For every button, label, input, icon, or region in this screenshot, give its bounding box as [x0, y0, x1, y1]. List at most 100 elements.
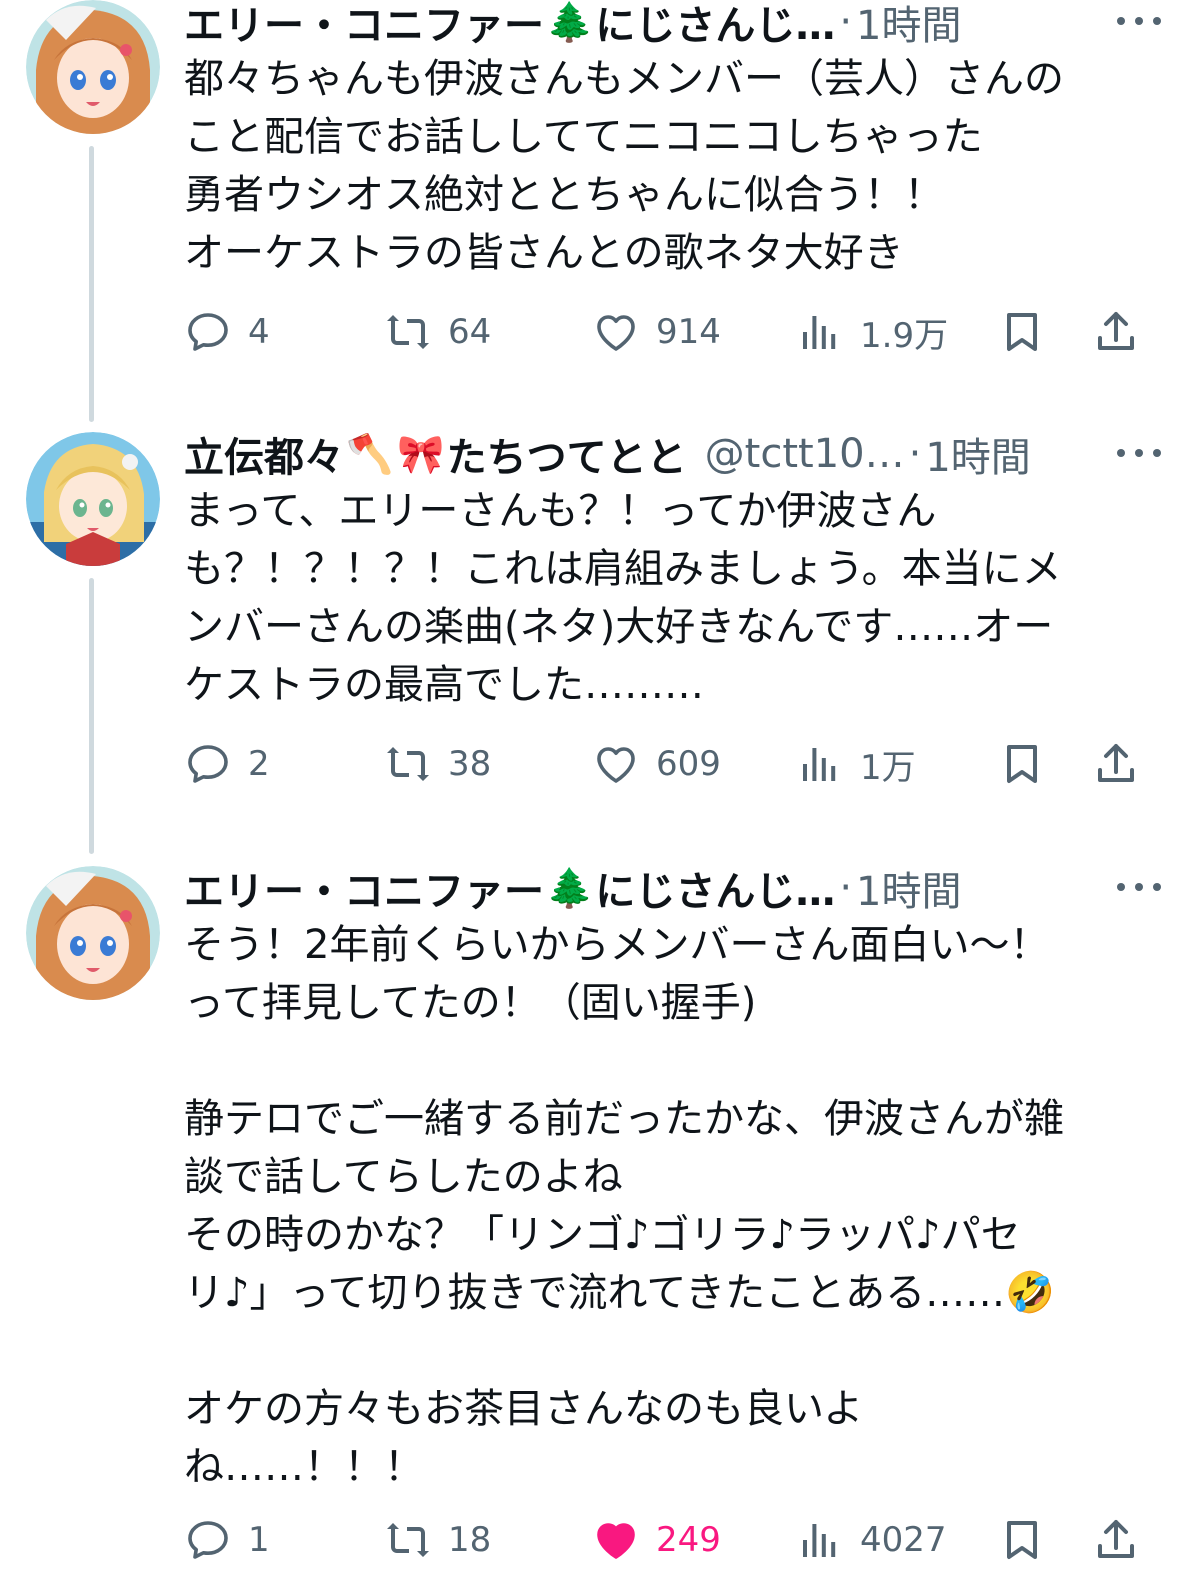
- retweet-button[interactable]: 18: [384, 1510, 491, 1570]
- retweet-icon: [384, 308, 432, 356]
- more-icon[interactable]: [1117, 438, 1161, 468]
- retweet-count: 38: [448, 744, 492, 784]
- ribbon-emoji: 🎀: [397, 431, 445, 476]
- display-name-suffix[interactable]: にじさんじ…: [595, 0, 835, 51]
- views-count: 1万: [860, 747, 916, 788]
- bookmark-button[interactable]: [998, 1510, 1046, 1570]
- text-line: も？！？！？！これは肩組みましょう。本当にメ: [184, 546, 1062, 592]
- heart-icon: [592, 308, 640, 356]
- like-count: 914: [656, 312, 721, 352]
- action-bar: 2 38 609 1万: [184, 734, 1144, 794]
- separator-dot: ·: [839, 865, 853, 911]
- bookmark-icon: [998, 740, 1046, 788]
- views-button[interactable]: 1.9万: [796, 302, 948, 362]
- text-line: ケストラの最高でした………: [184, 662, 704, 708]
- bookmark-icon: [998, 308, 1046, 356]
- timestamp[interactable]: 1時間: [925, 425, 1030, 483]
- tree-emoji: 🌲: [546, 0, 594, 44]
- text-line: 都々ちゃんも伊波さんもメンバー（芸人）さんの: [184, 56, 1064, 102]
- text-line: ね……！！！: [184, 1444, 424, 1490]
- text-line: 談で話してらしたのよね: [184, 1154, 623, 1200]
- tweet-header: エリー・コニファー 🌲 にじさんじ… · 1時間: [184, 858, 1159, 918]
- text-line: オケの方々もお茶目さんなのも良いよ: [184, 1386, 864, 1432]
- tweet-text: そう！2年前くらいからメンバーさん面白い〜！ って拝見してたの！（固い握手) 静…: [184, 916, 1144, 1496]
- text-line: オーケストラの皆さんとの歌ネタ大好き: [184, 230, 904, 276]
- tweet[interactable]: 立伝都々 🪓 🎀 たちつてとと @tctt10… · 1時間 まって、エリーさん…: [0, 431, 1179, 852]
- reply-count: 2: [248, 744, 270, 784]
- more-icon[interactable]: [1117, 6, 1161, 36]
- views-count: 4027: [860, 1520, 947, 1560]
- avatar[interactable]: [26, 866, 160, 1000]
- tweet[interactable]: エリー・コニファー 🌲 にじさんじ… · 1時間 そう！2年前くらいからメンバー…: [0, 865, 1179, 1576]
- tweet-text: 都々ちゃんも伊波さんもメンバー（芸人）さんの こと配信でお話ししててニコニコしち…: [184, 50, 1144, 282]
- share-button[interactable]: [1092, 302, 1140, 362]
- text-line: リ♪」って切り抜きで流れてきたことある……🤣: [184, 1270, 1055, 1316]
- views-count: 1.9万: [860, 315, 949, 356]
- reply-icon: [184, 1516, 232, 1564]
- tweet-header: 立伝都々 🪓 🎀 たちつてとと @tctt10… · 1時間: [184, 424, 1159, 484]
- share-icon: [1092, 308, 1140, 356]
- like-button[interactable]: 914: [592, 302, 721, 362]
- tweet-header: エリー・コニファー 🌲 にじさんじ… · 1時間: [184, 0, 1159, 52]
- tweet-text: まって、エリーさんも？！ってか伊波さん も？！？！？！これは肩組みましょう。本当…: [184, 482, 1144, 714]
- text-line: 勇者ウシオス絶対ととちゃんに似合う！！: [184, 172, 944, 218]
- text-line: その時のかな？「リンゴ♪ゴリラ♪ラッパ♪パセ: [184, 1212, 1021, 1258]
- bookmark-button[interactable]: [998, 734, 1046, 794]
- display-name[interactable]: 立伝都々: [184, 425, 344, 483]
- text-line: [184, 1032, 1144, 1090]
- display-name[interactable]: エリー・コニファー: [184, 859, 544, 917]
- bookmark-button[interactable]: [998, 302, 1046, 362]
- user-handle[interactable]: @tctt10…: [705, 431, 905, 477]
- text-line: って拝見してたの！（固い握手): [184, 980, 757, 1026]
- tree-emoji: 🌲: [546, 865, 594, 910]
- timestamp[interactable]: 1時間: [856, 0, 961, 51]
- like-button[interactable]: 609: [592, 734, 721, 794]
- display-name-suffix[interactable]: たちつてとと: [447, 425, 687, 483]
- text-line: こと配信でお話ししててニコニコしちゃった: [184, 114, 983, 160]
- timestamp[interactable]: 1時間: [856, 859, 961, 917]
- retweet-button[interactable]: 64: [384, 302, 491, 362]
- bookmark-icon: [998, 1516, 1046, 1564]
- reply-button[interactable]: 4: [184, 302, 270, 362]
- retweet-button[interactable]: 38: [384, 734, 491, 794]
- views-button[interactable]: 1万: [796, 734, 916, 794]
- avatar[interactable]: [26, 0, 160, 134]
- heart-icon: [592, 740, 640, 788]
- reply-icon: [184, 740, 232, 788]
- reply-button[interactable]: 1: [184, 1510, 270, 1570]
- retweet-icon: [384, 1516, 432, 1564]
- like-count: 249: [656, 1520, 721, 1560]
- reply-count: 4: [248, 312, 270, 352]
- display-name-suffix[interactable]: にじさんじ…: [595, 859, 835, 917]
- views-icon: [796, 308, 844, 356]
- tweet[interactable]: エリー・コニファー 🌲 にじさんじ… · 1時間 都々ちゃんも伊波さんもメンバー…: [0, 0, 1179, 420]
- text-line: ンバーさんの楽曲(ネタ)大好きなんです……オー: [184, 604, 1054, 650]
- display-name[interactable]: エリー・コニファー: [184, 0, 544, 51]
- reply-count: 1: [248, 1520, 270, 1560]
- share-icon: [1092, 1516, 1140, 1564]
- avatar[interactable]: [26, 432, 160, 566]
- views-icon: [796, 740, 844, 788]
- heart-icon: [592, 1516, 640, 1564]
- action-bar: 1 18 249 4027: [184, 1510, 1144, 1570]
- text-line: そう！2年前くらいからメンバーさん面白い〜！: [184, 922, 1050, 968]
- views-icon: [796, 1516, 844, 1564]
- share-button[interactable]: [1092, 1510, 1140, 1570]
- share-button[interactable]: [1092, 734, 1140, 794]
- retweet-count: 18: [448, 1520, 492, 1560]
- views-button[interactable]: 4027: [796, 1510, 947, 1570]
- action-bar: 4 64 914 1.9万: [184, 302, 1144, 362]
- retweet-count: 64: [448, 312, 492, 352]
- like-count: 609: [656, 744, 721, 784]
- reply-button[interactable]: 2: [184, 734, 270, 794]
- axe-emoji: 🪓: [346, 431, 394, 476]
- retweet-icon: [384, 740, 432, 788]
- text-line: [184, 1322, 1144, 1380]
- text-line: まって、エリーさんも？！ってか伊波さん: [184, 488, 937, 534]
- separator-dot: ·: [839, 0, 853, 45]
- more-icon[interactable]: [1117, 872, 1161, 902]
- like-button[interactable]: 249: [592, 1510, 721, 1570]
- text-line: 静テロでご一緒する前だったかな、伊波さんが雑: [184, 1096, 1064, 1142]
- separator-dot: ·: [908, 431, 922, 477]
- share-icon: [1092, 740, 1140, 788]
